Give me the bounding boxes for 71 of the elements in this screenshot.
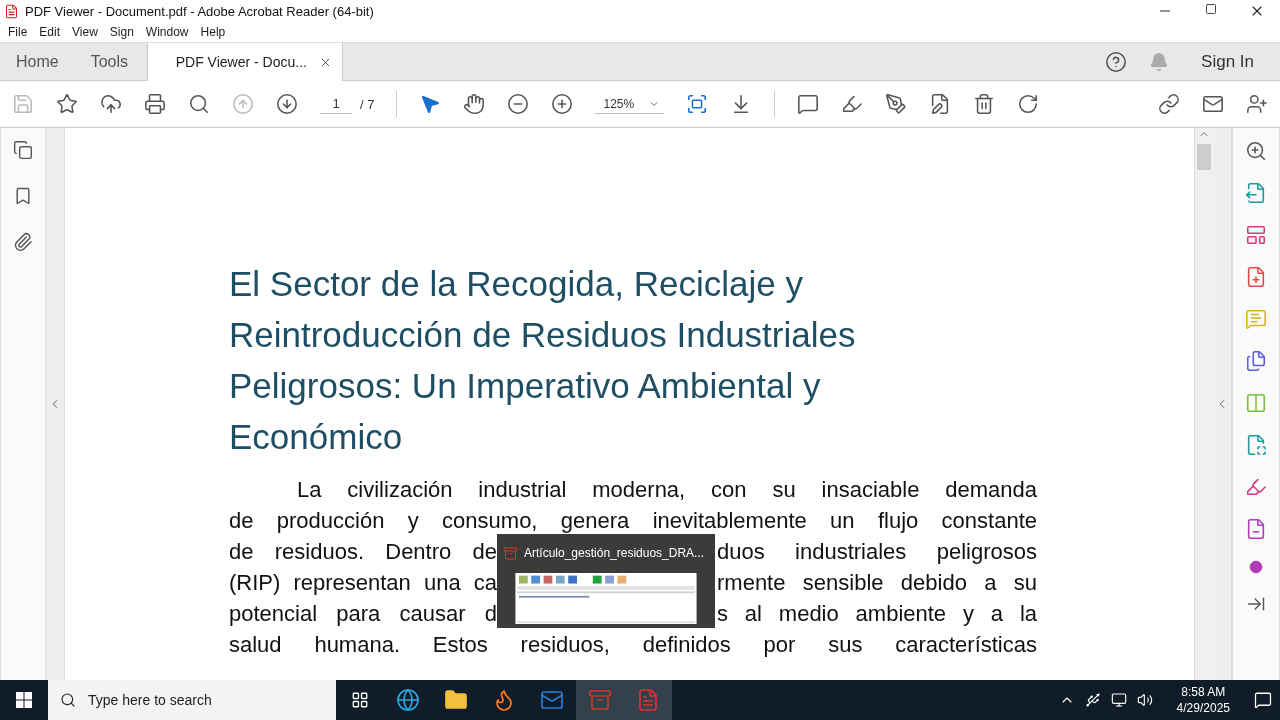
pointer-icon[interactable] bbox=[419, 93, 442, 115]
menu-item[interactable]: File bbox=[2, 25, 34, 39]
paragraph-text: La civilización industrial moderna, con su insaciable demanda bbox=[297, 477, 1037, 502]
search-box[interactable]: Type here to search bbox=[48, 680, 336, 720]
menu-item[interactable]: Window bbox=[139, 25, 195, 39]
menu-item[interactable]: View bbox=[66, 25, 104, 39]
next-page-icon[interactable] bbox=[276, 93, 298, 115]
paragraph-text: s al medio ambiente y a la bbox=[717, 600, 1037, 628]
scan-icon[interactable] bbox=[1245, 434, 1267, 456]
paragraph-text: de producción y consumo, genera inevitablemente un flujo constante bbox=[229, 508, 1037, 533]
folder-icon[interactable] bbox=[444, 688, 468, 712]
zoom-in-icon[interactable] bbox=[551, 93, 574, 115]
search-icon[interactable] bbox=[188, 93, 210, 115]
zoom-icon[interactable] bbox=[1245, 140, 1267, 162]
mail-icon[interactable] bbox=[1202, 93, 1224, 115]
zoom-out-icon[interactable] bbox=[507, 93, 530, 115]
document-title: El Sector de la Recogida, Reciclaje y bbox=[229, 263, 804, 305]
sign-in-link[interactable]: Sign In bbox=[1201, 51, 1254, 72]
browser-icon[interactable] bbox=[396, 688, 420, 712]
combine-icon[interactable] bbox=[1245, 350, 1267, 372]
fit-page-icon[interactable] bbox=[686, 93, 709, 115]
star-icon[interactable] bbox=[56, 93, 78, 115]
upload-icon[interactable] bbox=[100, 93, 122, 115]
hand-icon[interactable] bbox=[463, 93, 486, 115]
paragraph-text: duos industriales peligrosos bbox=[717, 538, 1037, 566]
add-user-icon[interactable] bbox=[1246, 93, 1268, 115]
paragraph-text: potencial para causar d bbox=[229, 600, 497, 628]
bookmark-icon[interactable] bbox=[13, 186, 33, 206]
paperclip-icon[interactable] bbox=[13, 232, 33, 252]
export-pdf-icon[interactable] bbox=[1245, 182, 1267, 204]
print-icon[interactable] bbox=[144, 93, 166, 115]
scrollbar-thumb[interactable] bbox=[1197, 144, 1211, 170]
document-title: Peligrosos: Un Imperativo Ambiental y bbox=[229, 365, 822, 407]
usb-icon[interactable] bbox=[1084, 692, 1101, 708]
clock-time: 8:58 AM bbox=[1181, 684, 1226, 700]
paragraph-text: (RIP) representan una ca bbox=[229, 569, 497, 597]
pages-icon[interactable] bbox=[13, 140, 33, 160]
page-total: / 7 bbox=[360, 96, 375, 112]
window-preview[interactable]: Artículo_gestión_residuos_DRA... bbox=[497, 534, 715, 628]
comment-icon[interactable] bbox=[797, 93, 820, 115]
paragraph-text: de residuos. Dentro de bbox=[229, 538, 497, 566]
notification-icon[interactable] bbox=[1254, 691, 1272, 709]
page-number-field[interactable]: 1 bbox=[320, 94, 352, 114]
paragraph-text: salud humana. Estos residuos, definidos por sus características bbox=[229, 632, 1037, 657]
rotate-icon[interactable] bbox=[1017, 93, 1040, 115]
tab[interactable]: PDF Viewer - Docu... bbox=[146, 43, 343, 81]
archive-icon bbox=[503, 546, 518, 561]
zoom-field[interactable]: 125% bbox=[595, 94, 665, 114]
file-icon[interactable] bbox=[1245, 518, 1267, 540]
clock-date: 4/29/2025 bbox=[1176, 700, 1230, 716]
search-field[interactable]: Type here to search bbox=[86, 691, 310, 709]
volume-icon[interactable] bbox=[1136, 692, 1153, 708]
help-icon[interactable] bbox=[1105, 50, 1128, 73]
window-title: PDF Viewer - Document.pdf - Adobe Acrobat Reader (64-bit) bbox=[25, 3, 375, 19]
search-icon bbox=[60, 692, 76, 708]
expand-panel-icon[interactable] bbox=[1246, 594, 1266, 614]
create-pdf-icon[interactable] bbox=[1245, 266, 1267, 288]
windows-logo-icon[interactable] bbox=[16, 692, 32, 708]
document-title: Económico bbox=[229, 416, 404, 458]
menu-item[interactable]: Edit bbox=[33, 25, 67, 39]
paragraph-text: rmente sensible debido a su bbox=[717, 569, 1037, 597]
highlighter-icon[interactable] bbox=[841, 93, 864, 115]
link-icon[interactable] bbox=[1158, 93, 1180, 115]
preview-title: Artículo_gestión_residuos_DRA... bbox=[524, 545, 705, 562]
document-title: Reintroducción de Residuos Industriales bbox=[229, 314, 857, 356]
trash-icon[interactable] bbox=[973, 93, 996, 115]
menu-item[interactable]: Help bbox=[194, 25, 232, 39]
menu-item[interactable]: Sign bbox=[103, 25, 140, 39]
maximize-icon[interactable] bbox=[1205, 3, 1217, 15]
pen-icon[interactable] bbox=[885, 93, 908, 115]
task-view-icon[interactable] bbox=[351, 691, 369, 709]
